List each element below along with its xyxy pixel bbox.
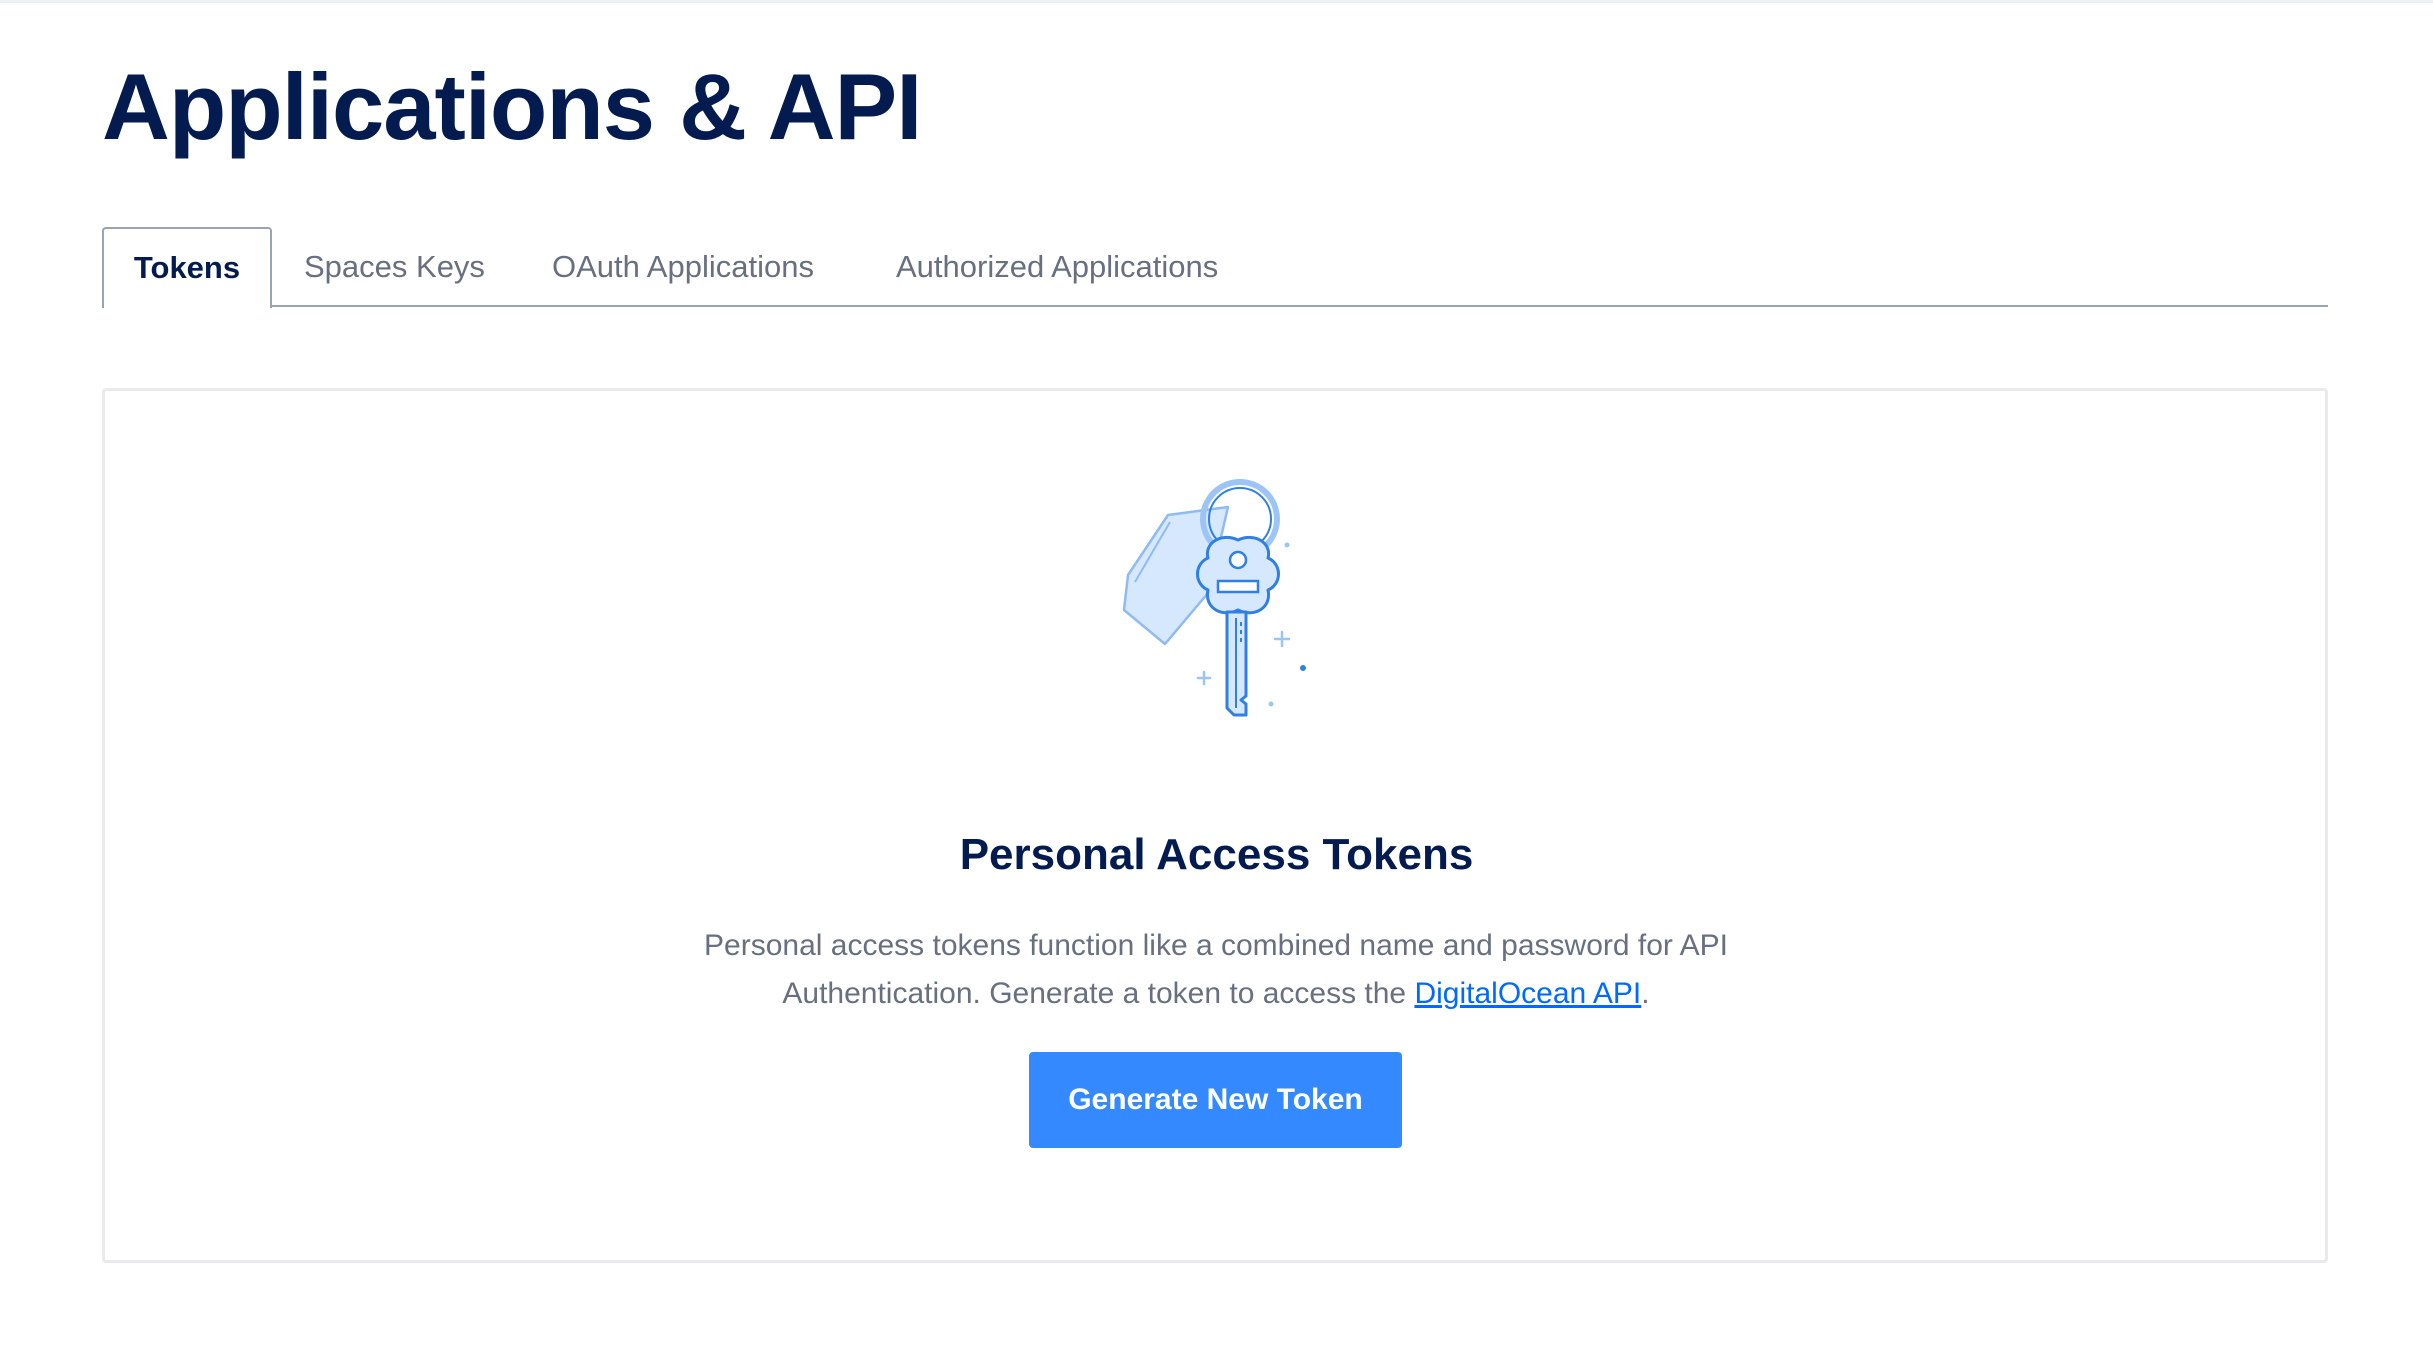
key-with-tag-icon bbox=[1122, 479, 1306, 717]
digitalocean-api-link[interactable]: DigitalOcean API bbox=[1414, 977, 1641, 1010]
empty-state-description: Personal access tokens function like a c… bbox=[616, 922, 1816, 1018]
top-edge bbox=[0, 0, 2433, 3]
page-title: Applications & API bbox=[102, 54, 922, 159]
tab-spaces-keys[interactable]: Spaces Keys bbox=[304, 227, 485, 307]
tab-authorized-applications[interactable]: Authorized Applications bbox=[896, 227, 1218, 307]
generate-new-token-button[interactable]: Generate New Token bbox=[1029, 1052, 1402, 1148]
description-line-2: Authentication. Generate a token to acce… bbox=[782, 977, 1415, 1010]
tab-oauth-applications[interactable]: OAuth Applications bbox=[552, 227, 814, 307]
tab-bar: Tokens Spaces Keys OAuth Applications Au… bbox=[102, 227, 2328, 308]
tab-tokens[interactable]: Tokens bbox=[102, 227, 272, 308]
empty-state-title: Personal Access Tokens bbox=[959, 830, 1474, 879]
description-period: . bbox=[1641, 977, 1650, 1010]
description-line-1: Personal access tokens function like a c… bbox=[704, 929, 1728, 962]
